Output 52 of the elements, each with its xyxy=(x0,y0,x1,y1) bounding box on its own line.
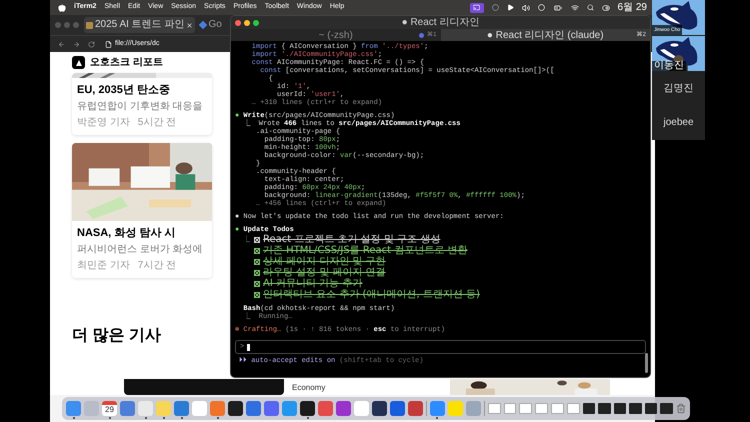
screen-share-icon[interactable] xyxy=(470,2,484,12)
app-icon[interactable] xyxy=(372,401,387,416)
todo-item: AI 커뮤니티 기능 추가 xyxy=(263,278,362,289)
participant-name: 이동진 xyxy=(652,61,686,71)
article-title[interactable]: NASA, 화성 탐사 시 xyxy=(77,227,207,240)
circle-icon[interactable] xyxy=(492,4,499,11)
article-author: 박준영 기자 xyxy=(77,117,130,129)
article-card[interactable]: EU, 2035년 탄소중 유럽연합이 기후변화 대응을 박준영 기자 5시간 전 xyxy=(72,73,212,135)
search-icon[interactable] xyxy=(586,4,594,11)
participant-name: joebee xyxy=(663,117,694,129)
minimized-window-icon[interactable] xyxy=(644,403,658,414)
article-card[interactable]: NASA, 화성 탐사 시 퍼시비어런스 로버가 화성에 최민준 기자 7시간 전 xyxy=(72,143,212,278)
section-heading: 더 많은 기사 xyxy=(72,326,162,346)
browser-tab[interactable]: Go xyxy=(198,17,224,33)
minimized-window-icon[interactable] xyxy=(582,403,596,414)
apple-icon[interactable] xyxy=(58,4,66,12)
app-icon[interactable] xyxy=(300,401,315,416)
menu-clock[interactable]: 6월 29 xyxy=(618,2,647,14)
site-logo[interactable]: 오호츠크 리포트 xyxy=(90,55,163,70)
forward-icon[interactable] xyxy=(73,40,80,48)
close-icon[interactable] xyxy=(186,22,194,28)
browser-tab[interactable]: 2025 AI 트렌드 파인 xyxy=(84,17,196,33)
trash-icon[interactable] xyxy=(676,401,686,416)
play-icon[interactable] xyxy=(506,4,514,11)
volume-icon[interactable] xyxy=(522,4,530,12)
article-time: 7시간 전 xyxy=(138,260,176,272)
todo-item: 인터랙티브 요소 추가 (애니메이션, 트랜지션 등) xyxy=(263,289,480,300)
battery-icon[interactable] xyxy=(552,4,563,12)
article-title[interactable]: EU, 2035년 탄소중 xyxy=(77,84,207,97)
article-category: Economy xyxy=(292,383,326,393)
reload-icon[interactable] xyxy=(88,40,95,48)
favicon-icon xyxy=(86,22,93,28)
todo-item: 라우팅 설정 및 페이지 연결 xyxy=(263,267,386,278)
article-summary: 퍼시비어런스 로버가 화성에 xyxy=(77,244,204,256)
wifi-icon[interactable] xyxy=(570,4,579,12)
minimized-window-icon[interactable] xyxy=(614,403,626,414)
app-icon[interactable] xyxy=(228,401,243,416)
logo-icon xyxy=(72,56,85,69)
window-title: ● React 리디자인 xyxy=(402,16,480,28)
file-icon xyxy=(105,40,112,48)
participant-name: 김명진 xyxy=(664,83,694,95)
article-author: 최민준 기자 xyxy=(77,260,130,272)
article-time: 5시간 전 xyxy=(138,117,176,129)
scrollbar-thumb[interactable] xyxy=(645,353,648,373)
control-center-icon[interactable] xyxy=(602,4,610,12)
todo-item: React 프로젝트 초기 설정 및 구조 생성 xyxy=(263,234,440,245)
favicon-icon xyxy=(199,20,208,30)
calendar-app-icon[interactable]: 29 xyxy=(102,401,117,416)
back-icon[interactable] xyxy=(58,40,65,48)
todo-item: 상세 페이지 디자인 및 구현 xyxy=(263,256,386,267)
todo-item: 기존 HTML/CSS/JS를 React 컴포넌트로 변환 xyxy=(263,245,468,256)
article-summary: 유럽연합이 기후변화 대응을 xyxy=(77,101,204,113)
